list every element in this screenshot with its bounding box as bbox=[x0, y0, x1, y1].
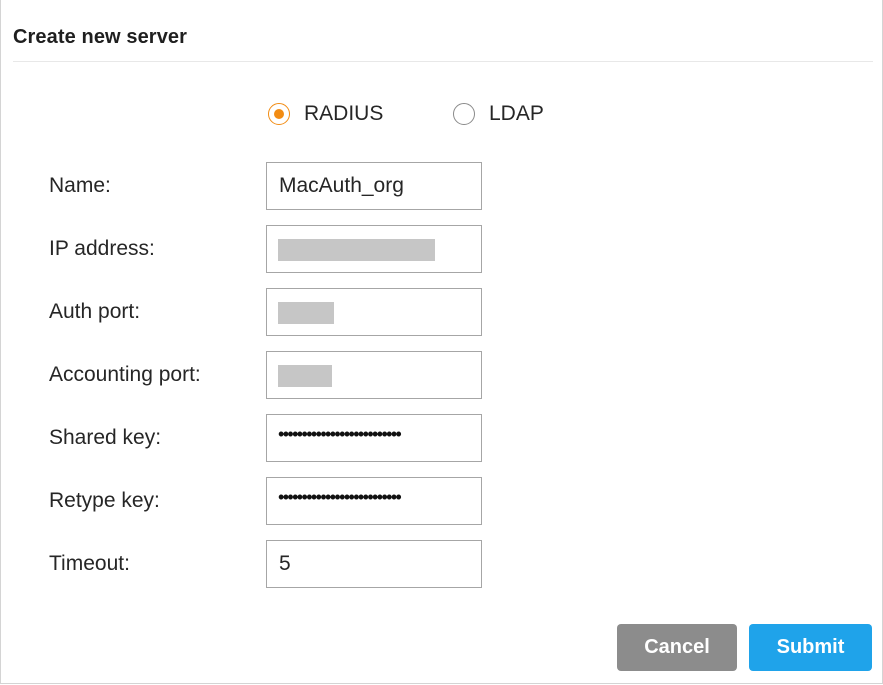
auth-port-input[interactable] bbox=[266, 288, 482, 336]
radio-radius-label: RADIUS bbox=[304, 102, 384, 125]
name-input-value: MacAuth_org bbox=[279, 174, 404, 197]
timeout-label: Timeout: bbox=[49, 552, 130, 575]
retype-key-input[interactable]: •••••••••••••••••••••••••• bbox=[266, 477, 482, 525]
retype-key-masked: •••••••••••••••••••••••••• bbox=[278, 487, 402, 507]
shared-key-label: Shared key: bbox=[49, 426, 162, 449]
radio-ldap[interactable]: LDAP bbox=[453, 100, 544, 128]
accounting-port-label: Accounting port: bbox=[49, 363, 201, 386]
timeout-input[interactable]: 5 bbox=[266, 540, 482, 588]
retype-key-label: Retype key: bbox=[49, 489, 160, 512]
radio-radius-indicator[interactable] bbox=[268, 103, 290, 125]
title-divider bbox=[13, 61, 873, 62]
create-server-dialog: Create new server RADIUS LDAP Name: MacA… bbox=[0, 0, 883, 684]
shared-key-input[interactable]: •••••••••••••••••••••••••• bbox=[266, 414, 482, 462]
radio-ldap-indicator[interactable] bbox=[453, 103, 475, 125]
auth-port-redacted bbox=[278, 302, 334, 324]
timeout-input-value: 5 bbox=[279, 552, 291, 575]
cancel-button[interactable]: Cancel bbox=[617, 624, 737, 671]
radio-radius[interactable]: RADIUS bbox=[268, 100, 383, 128]
auth-port-label: Auth port: bbox=[49, 300, 141, 323]
name-label: Name: bbox=[49, 174, 111, 197]
name-input[interactable]: MacAuth_org bbox=[266, 162, 482, 210]
dialog-title: Create new server bbox=[13, 26, 188, 48]
accounting-port-input[interactable] bbox=[266, 351, 482, 399]
submit-button[interactable]: Submit bbox=[749, 624, 872, 671]
accounting-port-redacted bbox=[278, 365, 332, 387]
radio-ldap-label: LDAP bbox=[489, 102, 544, 125]
ip-address-label: IP address: bbox=[49, 237, 155, 260]
ip-address-input[interactable] bbox=[266, 225, 482, 273]
ip-address-redacted bbox=[278, 239, 435, 261]
shared-key-masked: •••••••••••••••••••••••••• bbox=[278, 424, 402, 444]
